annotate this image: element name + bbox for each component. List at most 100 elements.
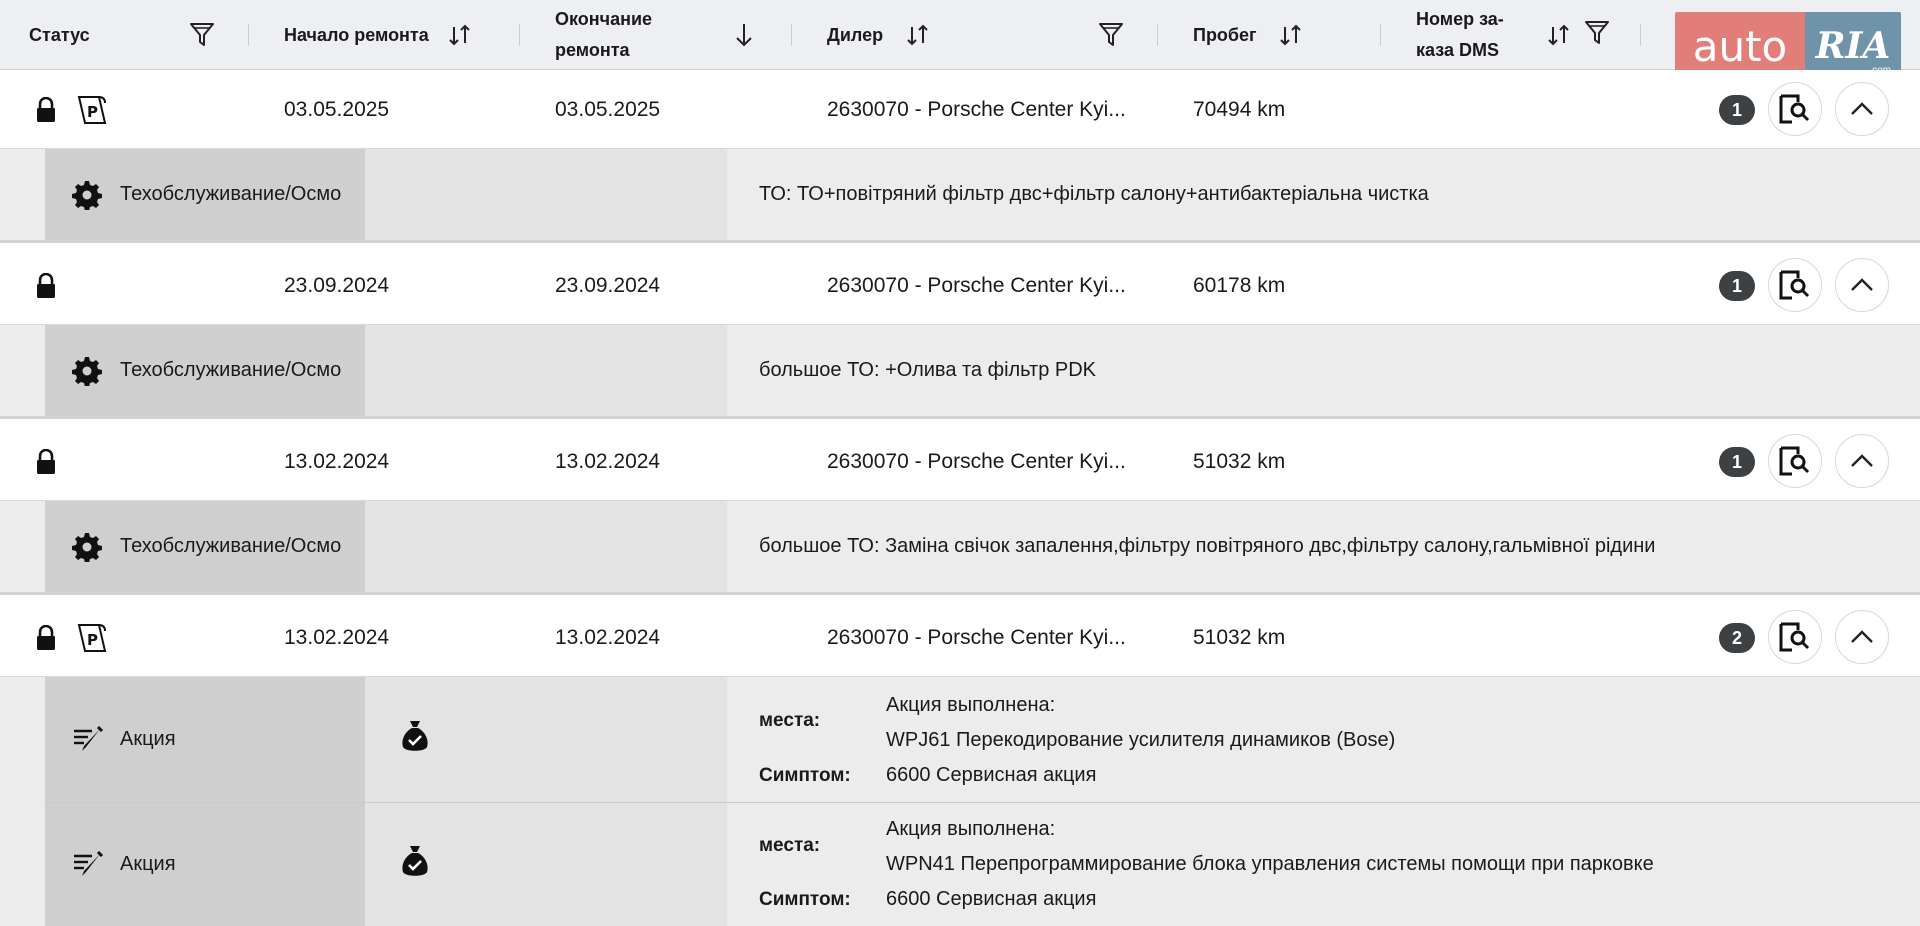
service-description: большое ТО: +Олива та фільтр PDK	[759, 359, 1097, 381]
service-type-cell: Техобслуживание/Осмо	[45, 501, 365, 592]
collapse-button[interactable]	[1835, 610, 1889, 664]
header-start-date[interactable]: Начало ремонта	[284, 0, 429, 70]
table-row[interactable]: P 13.02.2024 13.02.2024 2630070 - Porsch…	[0, 598, 1920, 677]
sort-icon[interactable]	[903, 20, 933, 50]
sort-icon[interactable]	[1544, 20, 1574, 50]
start-date: 13.02.2024	[284, 449, 390, 473]
chevron-up-icon	[1851, 102, 1873, 115]
start-date: 13.02.2024	[284, 625, 390, 649]
service-type: Акция	[120, 853, 176, 875]
collapse-button[interactable]	[1835, 258, 1889, 312]
symptom-label: Симптом:	[759, 765, 851, 786]
chevron-up-icon	[1851, 454, 1873, 467]
service-type-cell: Техобслуживание/Осмо	[45, 149, 365, 240]
start-date: 03.05.2025	[284, 97, 390, 121]
service-description: большое ТО: Заміна свічок запалення,філь…	[759, 535, 1656, 557]
end-date: 23.09.2024	[555, 273, 661, 297]
end-date: 03.05.2025	[555, 97, 661, 121]
dealer: 2630070 - Porsche Center Kyi...	[827, 449, 1126, 473]
header-divider	[1157, 24, 1158, 46]
svg-text:P: P	[87, 103, 98, 121]
count-badge: 1	[1719, 447, 1755, 477]
header-divider	[1640, 24, 1641, 46]
sort-down-icon[interactable]	[729, 20, 759, 50]
details-button[interactable]	[1768, 258, 1822, 312]
end-date: 13.02.2024	[555, 625, 661, 649]
header-dms-line2: каза DMS	[1416, 40, 1499, 60]
gear-icon	[72, 532, 102, 562]
service-detail-row: Техобслуживание/Осмо большое ТО: +Олива …	[0, 325, 1920, 419]
service-type: Акция	[120, 728, 176, 750]
symptom-value: 6600 Сервисная акция	[886, 888, 1097, 910]
service-type: Техобслуживание/Осмо	[120, 359, 342, 381]
document-search-icon	[1779, 446, 1810, 476]
header-divider	[248, 24, 249, 46]
table-row[interactable]: 13.02.2024 13.02.2024 2630070 - Porsche …	[0, 422, 1920, 501]
table-row[interactable]: P 03.05.2025 03.05.2025 2630070 - Porsch…	[0, 70, 1920, 149]
campaign-status: Акция выполнена:	[886, 818, 1056, 840]
header-mileage[interactable]: Пробег	[1193, 0, 1257, 70]
header-divider	[519, 24, 520, 46]
details-button[interactable]	[1768, 610, 1822, 664]
filter-icon[interactable]	[1096, 20, 1126, 50]
parking-icon: P	[75, 621, 109, 655]
dealer: 2630070 - Porsche Center Kyi...	[827, 97, 1126, 121]
service-detail-row: Техобслуживание/Осмо большое ТО: Заміна …	[0, 501, 1920, 595]
chevron-up-icon	[1851, 630, 1873, 643]
gear-icon	[72, 180, 102, 210]
document-search-icon	[1779, 94, 1810, 124]
mileage: 51032 km	[1193, 625, 1286, 649]
service-detail-group: Акция Акция выполнена: места: WPJ61 Пере…	[0, 677, 1920, 926]
service-mid-cell	[365, 149, 727, 240]
dealer: 2630070 - Porsche Center Kyi...	[827, 273, 1126, 297]
campaign-status: Акция выполнена:	[886, 694, 1056, 716]
details-button[interactable]	[1768, 82, 1822, 136]
header-end-date[interactable]: Окончание ремонта	[555, 0, 652, 70]
header-divider	[1380, 24, 1381, 46]
symptom-label: Симптом:	[759, 889, 851, 910]
lock-icon	[35, 449, 57, 475]
header-dealer[interactable]: Дилер	[827, 0, 883, 70]
campaign-description: WPN41 Перепрограммирование блока управле…	[886, 853, 1654, 875]
service-type: Техобслуживание/Осмо	[120, 535, 342, 557]
sort-icon[interactable]	[1276, 20, 1306, 50]
money-bag-check-icon	[400, 844, 430, 878]
chevron-up-icon	[1851, 278, 1873, 291]
service-mid-cell	[365, 325, 727, 416]
service-detail-row: Техобслуживание/Осмо ТО: ТО+повітряний ф…	[0, 149, 1920, 243]
header-dms-line1: Номер за-	[1416, 9, 1504, 29]
campaign-description: WPJ61 Перекодирование усилителя динамико…	[886, 729, 1396, 751]
campaign-icon	[72, 725, 104, 755]
mileage: 60178 km	[1193, 273, 1286, 297]
header-dms-number[interactable]: Номер за- каза DMS	[1416, 0, 1504, 70]
table-header: Статус Начало ремонта Окончание ремонта …	[0, 0, 1920, 70]
mileage: 51032 km	[1193, 449, 1286, 473]
service-type-cell: Акция	[45, 803, 365, 926]
header-status[interactable]: Статус	[29, 0, 90, 70]
svg-text:P: P	[87, 631, 98, 649]
collapse-button[interactable]	[1835, 434, 1889, 488]
start-date: 23.09.2024	[284, 273, 390, 297]
header-divider	[791, 24, 792, 46]
details-button[interactable]	[1768, 434, 1822, 488]
collapse-button[interactable]	[1835, 82, 1889, 136]
count-badge: 1	[1719, 95, 1755, 125]
header-end-line1: Окончание	[555, 9, 653, 29]
dealer: 2630070 - Porsche Center Kyi...	[827, 625, 1126, 649]
document-search-icon	[1779, 622, 1810, 652]
service-type: Техобслуживание/Осмо	[120, 183, 342, 205]
campaign-icon	[72, 850, 104, 880]
logo-ria-text: RIA	[1815, 25, 1891, 67]
sort-icon[interactable]	[445, 20, 475, 50]
service-description: ТО: ТО+повітряний фільтр двс+фільтр сало…	[759, 183, 1429, 205]
table-row[interactable]: 23.09.2024 23.09.2024 2630070 - Porsche …	[0, 246, 1920, 325]
filter-icon[interactable]	[1582, 18, 1612, 48]
service-type-cell: Техобслуживание/Осмо	[45, 325, 365, 416]
filter-icon[interactable]	[187, 20, 217, 50]
document-search-icon	[1779, 270, 1810, 300]
parking-icon: P	[75, 93, 109, 127]
service-mid-cell	[365, 501, 727, 592]
place-label: места:	[759, 710, 821, 731]
lock-icon	[35, 625, 57, 651]
lock-icon	[35, 273, 57, 299]
